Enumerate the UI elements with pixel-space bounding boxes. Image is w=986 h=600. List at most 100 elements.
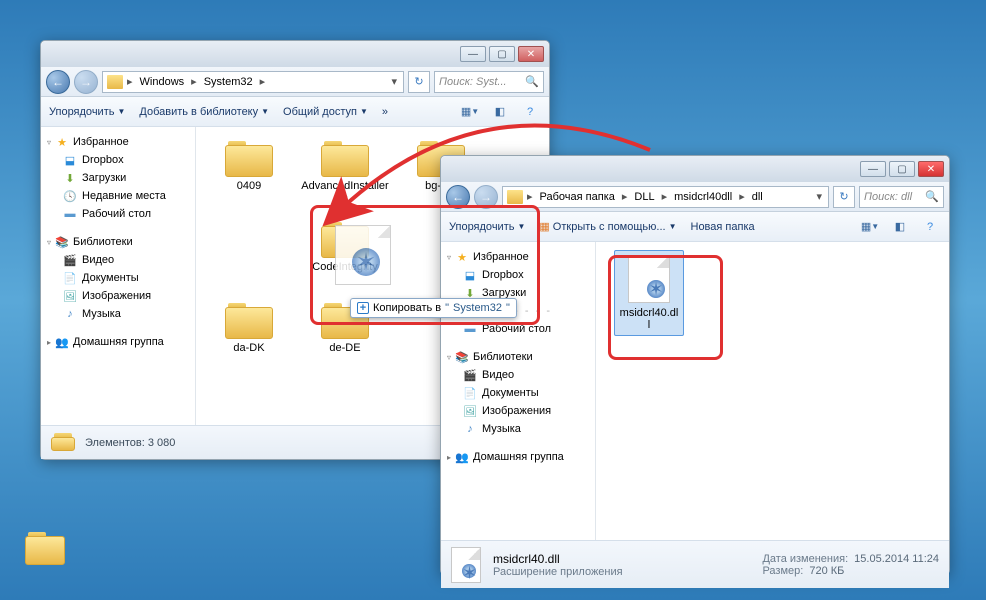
nav-forward-button[interactable]: → bbox=[474, 185, 498, 209]
titlebar[interactable]: — ▢ ✕ bbox=[41, 41, 549, 67]
chevron-right-icon[interactable]: ▸ bbox=[189, 75, 199, 88]
sidebar-item-desktop[interactable]: ▬Рабочий стол bbox=[445, 320, 591, 338]
homegroup[interactable]: ▸👥Домашняя группа bbox=[45, 333, 191, 351]
folder-0409[interactable]: 0409 bbox=[204, 135, 294, 210]
folder-advancedinstallers[interactable]: AdvancedInstallers bbox=[300, 135, 390, 210]
search-input[interactable]: Поиск: Syst... 🔍 bbox=[434, 71, 544, 93]
content-area[interactable]: msidcrl40.dll bbox=[596, 242, 949, 540]
search-input[interactable]: Поиск: dll 🔍 bbox=[859, 186, 944, 208]
toolbar: Упорядочить▼ ▦ Открыть с помощью...▼ Нов… bbox=[441, 212, 949, 242]
dropbox-icon: ⬓ bbox=[63, 153, 77, 167]
folder-dadk[interactable]: da-DK bbox=[204, 297, 294, 372]
help-button[interactable]: ? bbox=[519, 102, 541, 122]
preview-pane-button[interactable]: ◧ bbox=[889, 217, 911, 237]
titlebar[interactable]: — ▢ ✕ bbox=[441, 156, 949, 182]
details-size-value: 720 КБ bbox=[809, 565, 844, 577]
favorites-group[interactable]: ▿★Избранное bbox=[445, 248, 591, 266]
download-icon: ⬇ bbox=[63, 171, 77, 185]
address-bar[interactable]: ▸ Рабочая папка ▸ DLL ▸ msidcrl40dll ▸ d… bbox=[502, 186, 829, 208]
sidebar-item-downloads[interactable]: ⬇Загрузки bbox=[45, 169, 191, 187]
tooltip-text: Копировать в bbox=[373, 302, 441, 314]
chevron-right-icon[interactable]: ▸ bbox=[125, 75, 135, 88]
sidebar-item-pictures[interactable]: 🖼Изображения bbox=[445, 402, 591, 420]
breadcrumb[interactable]: Рабочая папка bbox=[537, 191, 618, 203]
minimize-button[interactable]: — bbox=[860, 161, 886, 177]
view-options-button[interactable]: ▦ ▼ bbox=[459, 102, 481, 122]
preview-pane-button[interactable]: ◧ bbox=[489, 102, 511, 122]
star-icon: ★ bbox=[455, 250, 469, 264]
breadcrumb[interactable]: dll bbox=[749, 191, 766, 203]
sidebar-item-documents[interactable]: 📄Документы bbox=[45, 269, 191, 287]
image-icon: 🖼 bbox=[63, 289, 77, 303]
refresh-button[interactable]: ↻ bbox=[408, 71, 430, 93]
organize-menu[interactable]: Упорядочить▼ bbox=[449, 221, 525, 233]
details-date-label: Дата изменения: bbox=[762, 553, 848, 565]
document-icon: 📄 bbox=[63, 271, 77, 285]
folder-icon bbox=[51, 431, 75, 455]
sidebar-item-video[interactable]: 🎬Видео bbox=[445, 366, 591, 384]
minimize-button[interactable]: — bbox=[460, 46, 486, 62]
chevron-right-icon[interactable]: ▸ bbox=[525, 190, 535, 203]
breadcrumb[interactable]: Windows bbox=[137, 76, 188, 88]
address-bar[interactable]: ▸ Windows ▸ System32 ▸ ▾ bbox=[102, 71, 404, 93]
navigation-pane: ▿★Избранное ⬓Dropbox ⬇Загрузки 🕓Недавние… bbox=[41, 127, 196, 425]
new-folder-button[interactable]: Новая папка bbox=[691, 221, 755, 233]
file-msidcrl40-dll[interactable]: msidcrl40.dll bbox=[614, 250, 684, 336]
chevron-right-icon[interactable]: ▸ bbox=[737, 190, 747, 203]
folder-icon bbox=[507, 190, 523, 204]
chevron-down-icon[interactable]: ▾ bbox=[814, 190, 824, 203]
star-icon: ★ bbox=[55, 135, 69, 149]
maximize-button[interactable]: ▢ bbox=[489, 46, 515, 62]
drag-ghost-file-icon bbox=[335, 225, 395, 285]
sidebar-item-dropbox[interactable]: ⬓Dropbox bbox=[45, 151, 191, 169]
homegroup[interactable]: ▸👥Домашняя группа bbox=[445, 448, 591, 466]
sidebar-item-video[interactable]: 🎬Видео bbox=[45, 251, 191, 269]
sidebar-item-desktop[interactable]: ▬Рабочий стол bbox=[45, 205, 191, 223]
details-size-label: Размер: bbox=[762, 565, 803, 577]
view-options-button[interactable]: ▦ ▼ bbox=[859, 217, 881, 237]
search-placeholder: Поиск: Syst... bbox=[439, 76, 507, 88]
explorer-window-dll: — ▢ ✕ ← → ▸ Рабочая папка ▸ DLL ▸ msidcr… bbox=[440, 155, 950, 575]
chevron-right-icon[interactable]: ▸ bbox=[620, 190, 630, 203]
sidebar-item-documents[interactable]: 📄Документы bbox=[445, 384, 591, 402]
chevron-down-icon[interactable]: ▾ bbox=[389, 75, 399, 88]
close-button[interactable]: ✕ bbox=[918, 161, 944, 177]
breadcrumb[interactable]: msidcrl40dll bbox=[671, 191, 735, 203]
breadcrumb[interactable]: DLL bbox=[631, 191, 657, 203]
chevron-right-icon[interactable]: ▸ bbox=[258, 75, 268, 88]
nav-forward-button[interactable]: → bbox=[74, 70, 98, 94]
nav-back-button[interactable]: ← bbox=[46, 70, 70, 94]
add-to-library-menu[interactable]: Добавить в библиотеку▼ bbox=[139, 106, 269, 118]
share-menu[interactable]: Общий доступ▼ bbox=[283, 106, 368, 118]
homegroup-icon: 👥 bbox=[455, 450, 469, 464]
image-icon: 🖼 bbox=[463, 404, 477, 418]
plus-icon: + bbox=[357, 302, 369, 314]
music-icon: ♪ bbox=[463, 422, 477, 436]
refresh-button[interactable]: ↻ bbox=[833, 186, 855, 208]
libraries-group[interactable]: ▿📚Библиотеки bbox=[445, 348, 591, 366]
sidebar-item-music[interactable]: ♪Музыка bbox=[445, 420, 591, 438]
sidebar-item-pictures[interactable]: 🖼Изображения bbox=[45, 287, 191, 305]
desktop-folder-icon[interactable] bbox=[20, 530, 70, 590]
maximize-button[interactable]: ▢ bbox=[889, 161, 915, 177]
open-with-menu[interactable]: ▦ Открыть с помощью...▼ bbox=[539, 220, 676, 233]
nav-bar: ← → ▸ Windows ▸ System32 ▸ ▾ ↻ Поиск: Sy… bbox=[41, 67, 549, 97]
organize-menu[interactable]: Упорядочить▼ bbox=[49, 106, 125, 118]
favorites-group[interactable]: ▿★Избранное bbox=[45, 133, 191, 151]
sidebar-item-dropbox[interactable]: ⬓Dropbox bbox=[445, 266, 591, 284]
file-label: msidcrl40.dll bbox=[619, 307, 679, 331]
nav-back-button[interactable]: ← bbox=[446, 185, 470, 209]
chevron-right-icon[interactable]: ▸ bbox=[660, 190, 670, 203]
video-icon: 🎬 bbox=[63, 253, 77, 267]
burn-button[interactable]: » bbox=[382, 106, 388, 118]
search-icon: 🔍 bbox=[525, 75, 539, 88]
sidebar-item-recent[interactable]: 🕓Недавние места bbox=[45, 187, 191, 205]
breadcrumb[interactable]: System32 bbox=[201, 76, 256, 88]
desktop-icon: ▬ bbox=[63, 207, 77, 221]
dll-file-icon bbox=[451, 547, 483, 583]
dropbox-icon: ⬓ bbox=[463, 268, 477, 282]
help-button[interactable]: ? bbox=[919, 217, 941, 237]
sidebar-item-music[interactable]: ♪Музыка bbox=[45, 305, 191, 323]
close-button[interactable]: ✕ bbox=[518, 46, 544, 62]
libraries-group[interactable]: ▿📚Библиотеки bbox=[45, 233, 191, 251]
